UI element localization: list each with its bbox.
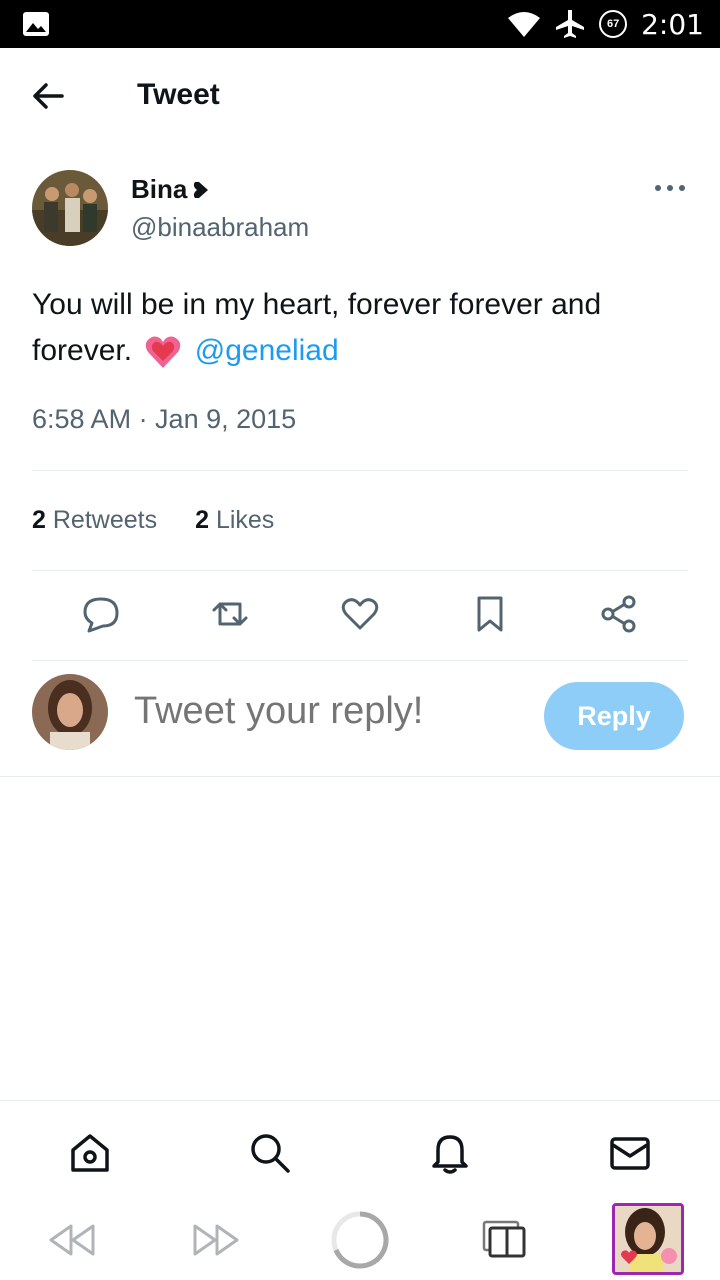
retweet-icon: [212, 602, 248, 626]
mention-link[interactable]: @geneliad: [195, 334, 339, 367]
heart-emoji-icon: [146, 336, 181, 369]
bell-icon: [432, 1135, 468, 1174]
divider: [32, 470, 688, 471]
mail-icon: [610, 1137, 650, 1170]
battery-indicator: 67: [599, 10, 628, 38]
author-handle[interactable]: @binaabraham: [131, 212, 309, 243]
profile-thumbnail[interactable]: [612, 1203, 684, 1275]
retweets-count: 2: [32, 506, 46, 534]
retweets-stat[interactable]: 2 Retweets: [32, 506, 157, 535]
like-action[interactable]: [338, 592, 382, 636]
tabs-icon: [482, 1220, 526, 1258]
tab-home[interactable]: [66, 1129, 114, 1177]
tab-search[interactable]: [246, 1129, 294, 1177]
fast-forward-icon: [193, 1224, 239, 1256]
loading-spinner-icon: [331, 1211, 389, 1269]
tweet-timestamp: 6:58 AM · Jan 9, 2015: [32, 404, 297, 434]
comment-icon: [83, 597, 119, 633]
retweets-label: Retweets: [52, 506, 158, 534]
tabs-button[interactable]: [474, 1210, 534, 1270]
tweet-stats: 2 Retweets 2 Likes: [32, 506, 274, 535]
status-time: 2:01: [641, 7, 704, 41]
tweet-text: You will be in my heart, forever forever…: [32, 282, 692, 374]
likes-stat[interactable]: 2 Likes: [195, 506, 274, 535]
reply-input[interactable]: [134, 690, 514, 733]
divider: [32, 570, 688, 571]
search-icon: [251, 1134, 290, 1173]
share-icon: [601, 595, 636, 633]
forward-button[interactable]: [186, 1210, 246, 1270]
tweet-actions: [32, 592, 688, 640]
likes-count: 2: [195, 506, 209, 534]
more-options-icon[interactable]: [652, 176, 688, 200]
author-avatar[interactable]: [32, 170, 108, 246]
airplane-icon: [556, 10, 585, 38]
reload-button[interactable]: [330, 1210, 390, 1270]
bookmark-icon: [477, 596, 503, 632]
retweet-action[interactable]: [208, 592, 252, 636]
heart-emoji-icon: [194, 181, 209, 198]
header: Tweet: [0, 48, 720, 146]
tab-messages[interactable]: [606, 1129, 654, 1177]
share-action[interactable]: [597, 592, 641, 636]
home-icon: [71, 1134, 109, 1172]
status-bar: 67 2:01: [0, 0, 720, 48]
bottom-tab-bar: [0, 1100, 720, 1200]
rewind-icon: [49, 1224, 95, 1256]
tab-notifications[interactable]: [426, 1129, 474, 1177]
likes-label: Likes: [215, 506, 275, 534]
bookmark-action[interactable]: [468, 592, 512, 636]
heart-icon: [341, 598, 379, 630]
divider: [0, 776, 720, 777]
author-name[interactable]: Bina: [131, 174, 213, 205]
user-avatar[interactable]: [32, 674, 108, 750]
back-arrow-icon[interactable]: [28, 78, 68, 114]
author-name-text: Bina: [131, 174, 188, 204]
gallery-icon: [23, 12, 49, 36]
wifi-icon: [508, 12, 541, 37]
rewind-button[interactable]: [42, 1210, 102, 1270]
reply-action[interactable]: [79, 592, 123, 636]
page-title: Tweet: [137, 78, 220, 111]
reply-button[interactable]: Reply: [544, 682, 684, 750]
divider: [32, 660, 688, 661]
